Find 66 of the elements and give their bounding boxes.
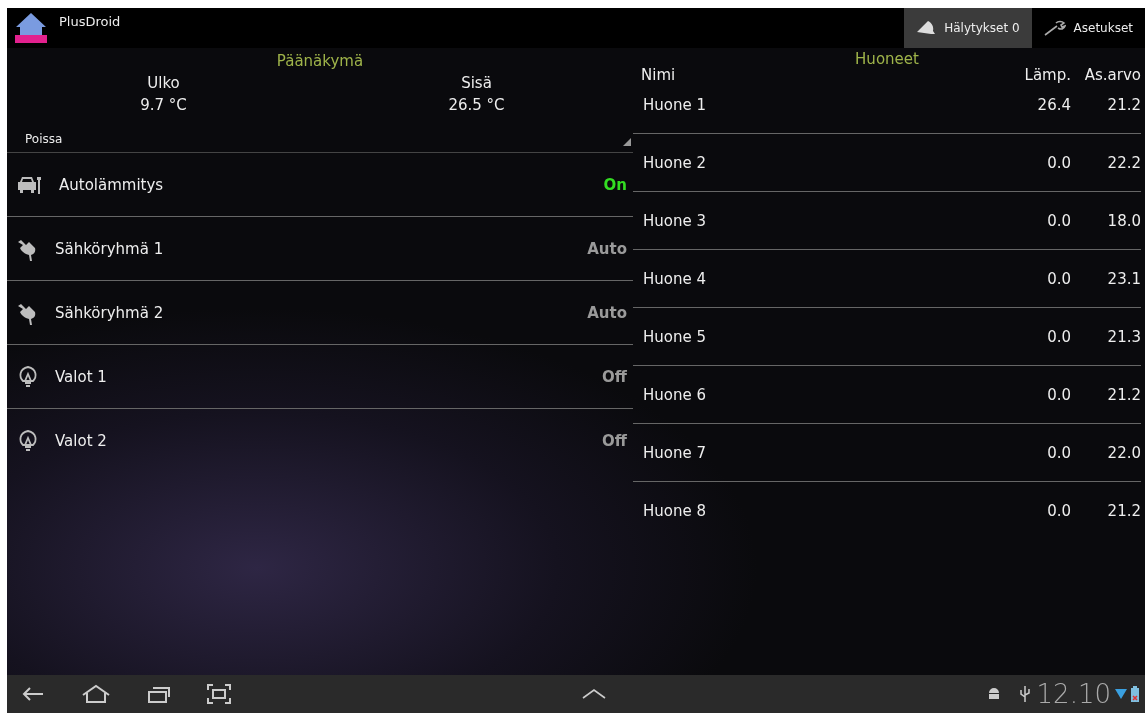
setpoint-cell-text: 23.1 [1106, 269, 1141, 288]
caret-up-icon[interactable] [581, 688, 607, 700]
temperature-cell-text: 0.0 [1046, 501, 1071, 520]
temperature-value: 9.7 °C [140, 96, 187, 114]
temperature-label: Ulko [147, 74, 180, 92]
temperature-cell-text: 26.4 [1036, 95, 1071, 114]
battery-icon [1131, 686, 1139, 702]
device-state: Off [602, 367, 627, 386]
temperature-label: Sisä [461, 74, 492, 92]
device-row[interactable]: Autolämmitys On [7, 153, 633, 217]
device-name: Sähköryhmä 2 [55, 303, 165, 322]
settings-action-button[interactable]: Asetukset [1031, 8, 1145, 48]
room-name: Huone 7 [642, 443, 707, 462]
device-name: Valot 2 [55, 431, 108, 450]
alarm-action-button[interactable]: Hälytykset 0 [904, 8, 1032, 48]
dropdown-corner-icon [623, 138, 631, 146]
usb-icon [1018, 685, 1031, 703]
device-row[interactable]: Sähköryhmä 2 Auto [7, 281, 633, 345]
screenshot-icon[interactable] [207, 684, 231, 704]
clock: 12.10 [1036, 679, 1111, 709]
recent-apps-icon[interactable] [147, 684, 171, 704]
house-logo-icon [13, 11, 49, 45]
home-icon[interactable] [81, 684, 111, 704]
mode-dropdown[interactable]: Poissa [7, 132, 633, 153]
setpoint-cell-text: 18.0 [1106, 211, 1141, 230]
room-name: Huone 8 [642, 501, 707, 520]
device-state: Auto [587, 303, 627, 322]
wifi-icon [1115, 687, 1127, 701]
setpoint-cell-text: 22.0 [1106, 443, 1141, 462]
temperature-cell-text: 0.0 [1046, 327, 1071, 346]
light-bulb-icon [17, 427, 39, 454]
column-header: Lämp. [1023, 66, 1071, 84]
device-name: Autolämmitys [59, 175, 165, 194]
room-name: Huone 2 [642, 153, 707, 172]
device-name: Sähköryhmä 1 [55, 239, 165, 258]
setpoint-cell-text: 21.3 [1106, 327, 1141, 346]
device-state: Off [602, 431, 627, 450]
back-icon[interactable] [21, 686, 45, 702]
room-name: Huone 4 [642, 269, 707, 288]
device-state: Auto [587, 239, 627, 258]
temperature-cell-text: 0.0 [1046, 443, 1071, 462]
panel-title: Huoneet [854, 50, 920, 68]
room-name: Huone 1 [642, 95, 707, 114]
panel-title: Päänäkymä [275, 52, 365, 70]
temperature-cell-text: 0.0 [1046, 385, 1071, 404]
temperature-cell-text: 0.0 [1046, 153, 1071, 172]
light-bulb-icon [17, 363, 39, 390]
device-row[interactable]: Sähköryhmä 1 Auto [7, 217, 633, 281]
device-row[interactable]: Valot 1 Off [7, 345, 633, 409]
app-title: PlusDroid [59, 13, 122, 29]
temperature-value: 26.5 °C [448, 96, 505, 114]
setpoint-cell-text: 22.2 [1106, 153, 1141, 172]
setpoint-cell-text: 21.2 [1106, 95, 1141, 114]
device-name: Valot 1 [55, 367, 108, 386]
room-name: Huone 3 [642, 211, 707, 230]
android-icon [986, 687, 1001, 701]
temperature-cell-text: 0.0 [1046, 269, 1071, 288]
column-header: As.arvo [1083, 66, 1141, 84]
column-header: Nimi [640, 66, 677, 84]
device-state: On [603, 175, 627, 194]
room-name: Huone 6 [642, 385, 707, 404]
setpoint-cell-text: 21.2 [1106, 385, 1141, 404]
room-name: Huone 5 [642, 327, 707, 346]
device-row[interactable]: Valot 2 Off [7, 409, 633, 472]
setpoint-cell-text: 21.2 [1106, 501, 1141, 520]
temperature-cell-text: 0.0 [1046, 211, 1071, 230]
